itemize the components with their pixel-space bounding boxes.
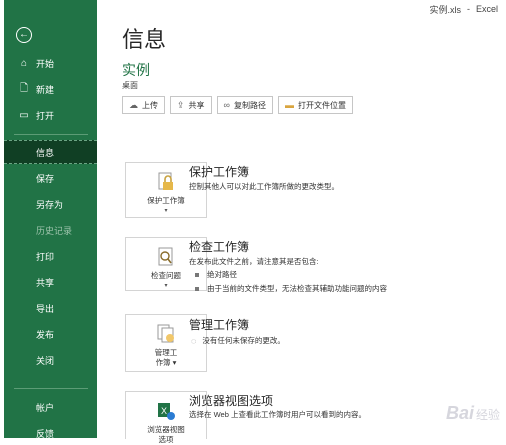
nav-export[interactable]: 导出 bbox=[4, 297, 97, 319]
baidu-watermark: Bai 经验 bbox=[446, 403, 500, 424]
home-icon: ⌂ bbox=[20, 57, 28, 69]
bullet-icon bbox=[195, 286, 199, 291]
manage-card-label-line2: 作簿 bbox=[155, 358, 171, 367]
upload-button[interactable]: ☁ 上传 bbox=[122, 96, 165, 114]
nav-new[interactable]: 🗋 新建 bbox=[4, 78, 97, 100]
inspect-bullet-text: 绝对路径 bbox=[207, 270, 237, 279]
protect-card-label: 保护工作簿 bbox=[147, 196, 185, 205]
nav-history: 历史记录 bbox=[4, 219, 97, 241]
browser-card-label-line1: 浏览器视图 bbox=[147, 425, 185, 434]
chevron-down-icon: ▾ bbox=[164, 283, 168, 289]
file-actions: ☁ 上传 ⇪ 共享 ∞ 复制路径 ▬ 打开文件位置 bbox=[122, 96, 358, 114]
copy-path-label: 复制路径 bbox=[233, 100, 266, 110]
nav-save-as[interactable]: 另存为 bbox=[4, 193, 97, 215]
nav-info[interactable]: 信息 bbox=[4, 140, 97, 164]
nav-info-label: 信息 bbox=[36, 147, 55, 158]
manage-status: ◌ 没有任何未保存的更改。 bbox=[191, 335, 285, 346]
nav-save-label: 保存 bbox=[36, 173, 55, 184]
open-folder-icon: ▭ bbox=[19, 109, 29, 121]
inspect-bullet: 绝对路径 bbox=[195, 269, 237, 280]
inspect-bullet: 由于当前的文件类型，无法检查其辅助功能问题的内容 bbox=[195, 283, 387, 294]
new-file-icon: 🗋 bbox=[19, 82, 29, 94]
nav-print[interactable]: 打印 bbox=[4, 245, 97, 267]
nav-history-label: 历史记录 bbox=[36, 225, 73, 236]
nav-save[interactable]: 保存 bbox=[4, 167, 97, 189]
nav-publish-label: 发布 bbox=[36, 329, 55, 340]
watermark-suffix: 经验 bbox=[475, 408, 500, 422]
inspect-title: 检查工作簿 bbox=[189, 240, 250, 254]
inspect-document-icon bbox=[155, 246, 177, 268]
nav-share[interactable]: 共享 bbox=[4, 271, 97, 293]
nav-save-as-label: 另存为 bbox=[36, 199, 64, 210]
nav-close-label: 关闭 bbox=[36, 355, 55, 366]
nav-new-label: 新建 bbox=[36, 84, 55, 95]
manage-versions-icon bbox=[155, 323, 177, 345]
nav-open-label: 打开 bbox=[36, 110, 55, 121]
browser-title: 浏览器视图选项 bbox=[189, 394, 274, 408]
chevron-down-icon: ▾ bbox=[164, 208, 168, 214]
browser-card-label-line2: 选项 bbox=[158, 435, 174, 444]
share-button[interactable]: ⇪ 共享 bbox=[170, 96, 212, 114]
file-name: 实例 bbox=[122, 62, 150, 78]
info-panel: 信息 实例 桌面 ☁ 上传 ⇪ 共享 ∞ 复制路径 ▬ 打开文件位置 保护工作簿… bbox=[97, 0, 506, 444]
copy-path-button[interactable]: ∞ 复制路径 bbox=[216, 96, 273, 114]
nav-export-label: 导出 bbox=[36, 303, 55, 314]
open-file-location-button[interactable]: ▬ 打开文件位置 bbox=[277, 96, 353, 114]
file-location: 桌面 bbox=[122, 81, 138, 90]
watermark-brand: Bai bbox=[445, 403, 474, 423]
nav-account[interactable]: 帐户 bbox=[4, 396, 97, 418]
back-arrow-icon[interactable]: ← bbox=[16, 27, 32, 43]
upload-icon: ☁ bbox=[129, 99, 138, 110]
nav-open[interactable]: ▭ 打开 bbox=[4, 104, 97, 126]
link-icon: ∞ bbox=[223, 100, 230, 110]
manage-card-label: 管理工 作簿 ▾ bbox=[154, 348, 178, 367]
upload-label: 上传 bbox=[142, 100, 158, 110]
lock-icon bbox=[155, 171, 177, 193]
protect-title: 保护工作簿 bbox=[189, 165, 250, 179]
excel-web-icon: X bbox=[155, 400, 177, 422]
share-icon: ⇪ bbox=[177, 99, 185, 110]
nav-account-label: 帐户 bbox=[36, 402, 55, 413]
share-label: 共享 bbox=[188, 100, 205, 110]
inspect-card-label: 检查问题 bbox=[151, 271, 181, 280]
nav-publish[interactable]: 发布 bbox=[4, 323, 97, 345]
inspect-bullet-text: 由于当前的文件类型，无法检查其辅助功能问题的内容 bbox=[207, 284, 387, 293]
browser-card-label: 浏览器视图 选项 bbox=[147, 425, 185, 445]
open-file-location-label: 打开文件位置 bbox=[297, 100, 346, 110]
nav-print-label: 打印 bbox=[36, 251, 55, 262]
nav-share-label: 共享 bbox=[36, 277, 55, 288]
manage-desc: 没有任何未保存的更改。 bbox=[202, 336, 285, 345]
history-icon: ◌ bbox=[191, 335, 197, 346]
nav-feedback[interactable]: 反馈 bbox=[4, 422, 97, 444]
protect-desc: 控制其他人可以对此工作簿所做的更改类型。 bbox=[189, 182, 339, 191]
page-title: 信息 bbox=[122, 27, 167, 52]
nav-close[interactable]: 关闭 bbox=[4, 349, 97, 371]
inspect-desc: 在发布此文件之前，请注意其是否包含: bbox=[189, 257, 319, 266]
manage-title: 管理工作簿 bbox=[189, 318, 250, 332]
svg-text:X: X bbox=[161, 406, 167, 416]
manage-card-label-line1: 管理工 bbox=[154, 348, 178, 357]
sidebar-divider bbox=[14, 134, 88, 135]
sidebar-divider-bottom bbox=[14, 388, 88, 389]
nav-home-label: 开始 bbox=[36, 58, 55, 69]
bullet-icon bbox=[195, 272, 199, 277]
backstage-sidebar: ← ⌂ 开始 🗋 新建 ▭ 打开 信息 保存 另存为 历史记录 打印 共享 导出… bbox=[4, 0, 97, 439]
folder-icon: ▬ bbox=[284, 100, 294, 110]
browser-desc: 选择在 Web 上查看此工作簿时用户可以看到的内容。 bbox=[189, 410, 366, 419]
nav-home[interactable]: ⌂ 开始 bbox=[4, 52, 97, 74]
